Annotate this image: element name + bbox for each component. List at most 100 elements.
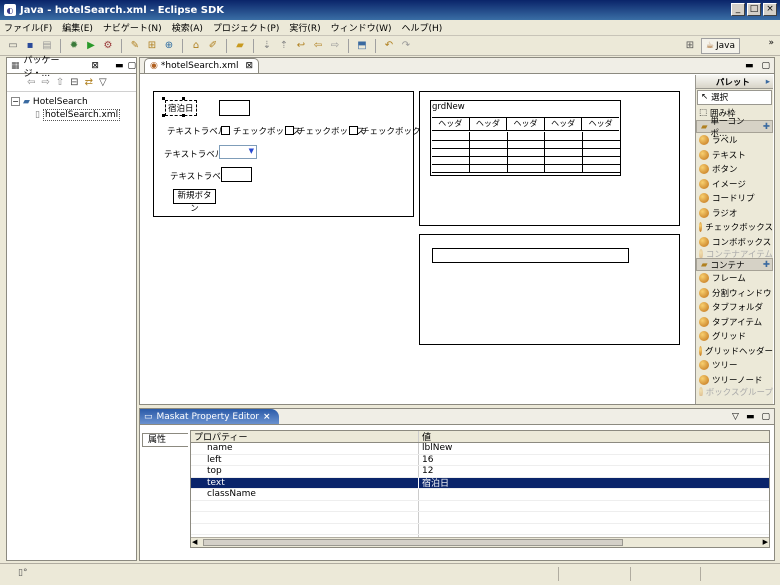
minimize-button[interactable]: _	[731, 3, 745, 16]
pin-icon[interactable]: ✚	[763, 122, 770, 132]
palette-item[interactable]: コンボボックス	[696, 235, 773, 250]
checkbox-3[interactable]	[349, 126, 358, 135]
open-type-icon[interactable]: ⌂	[189, 39, 203, 53]
print-icon[interactable]: ▤	[40, 39, 54, 53]
maximize-view-icon[interactable]: ▢	[761, 412, 770, 422]
property-value[interactable]: 12	[418, 466, 769, 477]
property-value[interactable]	[418, 489, 769, 500]
new-package-icon[interactable]: ⊞	[145, 39, 159, 53]
pin-icon[interactable]: ✚	[763, 260, 770, 270]
column-header-value[interactable]: 値	[418, 431, 769, 443]
palette-item[interactable]: ツリーノード	[696, 373, 773, 388]
grid-header-cell[interactable]: ヘッダ	[470, 118, 508, 130]
close-icon[interactable]: ×	[263, 412, 271, 422]
grid-header-cell[interactable]: ヘッダ	[507, 118, 545, 130]
maximize-view-icon[interactable]: ▢	[761, 61, 770, 71]
minimize-view-icon[interactable]: ▬	[746, 412, 755, 422]
property-value[interactable]: 16	[418, 454, 769, 465]
design-canvas[interactable]: 宿泊日 テキストラベル チェックボックス チェックボックス チェックボックス テ…	[140, 74, 693, 404]
checkbox-1[interactable]	[221, 126, 230, 135]
grid-header-cell[interactable]: ヘッダ	[432, 118, 470, 130]
tab-package-explorer[interactable]: パッケージ・...	[24, 53, 74, 79]
palette-item[interactable]: グリッドヘッダー	[696, 344, 773, 359]
palette-tool-select[interactable]: ↖ 選択	[697, 90, 772, 105]
pin-editor-icon[interactable]: ⬒	[355, 39, 369, 53]
scroll-left-icon[interactable]: ◀	[192, 538, 197, 546]
grid-header-cell[interactable]: ヘッダ	[545, 118, 583, 130]
back-icon[interactable]: ⇦	[27, 77, 35, 88]
palette-item[interactable]: ラベル	[696, 133, 773, 148]
last-edit-icon[interactable]: ↩	[294, 39, 308, 53]
back-icon[interactable]: ⇦	[311, 39, 325, 53]
palette-item[interactable]: コードリプ	[696, 191, 773, 206]
java-perspective-button[interactable]: ☕ Java	[700, 38, 740, 54]
fast-view-icon[interactable]: ▯°	[18, 568, 27, 578]
selection-handle[interactable]	[182, 114, 185, 117]
selection-handle[interactable]	[182, 97, 185, 100]
text-label-2[interactable]: テキストラベル	[164, 148, 223, 160]
maximize-view-icon[interactable]: ▢	[127, 61, 136, 71]
next-annotation-icon[interactable]: ⇣	[260, 39, 274, 53]
combobox[interactable]: ▼	[219, 145, 257, 159]
forward-icon[interactable]: ⇨	[328, 39, 342, 53]
view-menu-icon[interactable]: ▽	[99, 77, 107, 88]
palette-item[interactable]: タブフォルダ	[696, 300, 773, 315]
previous-annotation-icon[interactable]: ⇡	[277, 39, 291, 53]
palette-item-clipped[interactable]: ボックスグループ	[696, 387, 773, 396]
selection-handle[interactable]	[162, 114, 165, 117]
menu-search[interactable]: 検索(A)	[172, 21, 203, 34]
run-icon[interactable]: ▶	[84, 39, 98, 53]
external-tools-icon[interactable]: ⚙	[101, 39, 115, 53]
palette-item-clipped[interactable]: コンテナアイテム	[696, 249, 773, 258]
menu-project[interactable]: プロジェクト(P)	[213, 21, 279, 34]
form-frame-bottom[interactable]	[419, 234, 680, 345]
palette-group-containers[interactable]: ▰ コンテナ ✚	[696, 258, 773, 271]
maximize-button[interactable]: □	[747, 3, 761, 16]
open-perspective-icon[interactable]: ⊞	[683, 39, 697, 53]
property-row[interactable]: top 12	[191, 466, 769, 478]
scroll-right-icon[interactable]: ▶	[763, 538, 768, 546]
palette-item[interactable]: チェックボックス	[696, 220, 773, 235]
tree-item-file[interactable]: ▯ hotelSearch.xml	[11, 108, 132, 121]
tab-maskat-property-editor[interactable]: ▭ Maskat Property Editor ×	[140, 409, 279, 424]
palette-item[interactable]: ボタン	[696, 162, 773, 177]
column-header-property[interactable]: プロパティー	[191, 430, 418, 443]
scrollbar-thumb[interactable]	[203, 539, 623, 546]
palette-item[interactable]: フレーム	[696, 271, 773, 286]
collapse-all-icon[interactable]: ⊟	[70, 77, 78, 88]
grid-header-cell[interactable]: ヘッダ	[582, 118, 619, 130]
text-label-1[interactable]: テキストラベル	[167, 125, 226, 137]
collapse-toggle-icon[interactable]: −	[11, 97, 20, 106]
property-value[interactable]: lblNew	[418, 443, 769, 454]
checkbox-2[interactable]	[285, 126, 294, 135]
close-icon[interactable]: ⊠	[246, 61, 254, 71]
close-icon[interactable]: ⊠	[91, 61, 99, 71]
new-class-icon[interactable]: ⊕	[162, 39, 176, 53]
tab-hotelsearch-xml[interactable]: ◉ *hotelSearch.xml ⊠	[144, 58, 260, 73]
property-value[interactable]: 宿泊日	[418, 477, 769, 489]
text-field-wide[interactable]	[432, 248, 629, 263]
palette-item[interactable]: ツリー	[696, 358, 773, 373]
minimize-view-icon[interactable]: ▬	[745, 61, 754, 71]
property-row[interactable]: name lblNew	[191, 443, 769, 455]
menu-navigate[interactable]: ナビゲート(N)	[103, 21, 162, 34]
new-button[interactable]: 新規ボタン	[173, 189, 216, 214]
text-field-2[interactable]	[221, 167, 252, 182]
palette-item[interactable]: ラジオ	[696, 206, 773, 221]
redo-icon[interactable]: ↷	[399, 39, 413, 53]
tab-attributes[interactable]: 属性	[142, 433, 188, 447]
grid-body[interactable]	[432, 132, 620, 175]
search-icon[interactable]: ✐	[206, 39, 220, 53]
new-java-project-icon[interactable]: ✎	[128, 39, 142, 53]
tree-item-project[interactable]: − ▰ HotelSearch	[11, 95, 132, 108]
palette-item[interactable]: タブアイテム	[696, 315, 773, 330]
grid-grdnew[interactable]: grdNew ヘッダ ヘッダ ヘッダ ヘッダ ヘッダ	[430, 100, 621, 176]
form-frame-grid[interactable]: grdNew ヘッダ ヘッダ ヘッダ ヘッダ ヘッダ	[419, 91, 680, 226]
form-frame-left[interactable]: 宿泊日 テキストラベル チェックボックス チェックボックス チェックボックス テ…	[153, 91, 429, 217]
new-icon[interactable]: ▭	[6, 39, 20, 53]
menu-help[interactable]: ヘルプ(H)	[402, 21, 443, 34]
palette-item[interactable]: テキスト	[696, 148, 773, 163]
menu-file[interactable]: ファイル(F)	[4, 21, 52, 34]
palette-item[interactable]: イメージ	[696, 177, 773, 192]
menu-edit[interactable]: 編集(E)	[62, 21, 93, 34]
